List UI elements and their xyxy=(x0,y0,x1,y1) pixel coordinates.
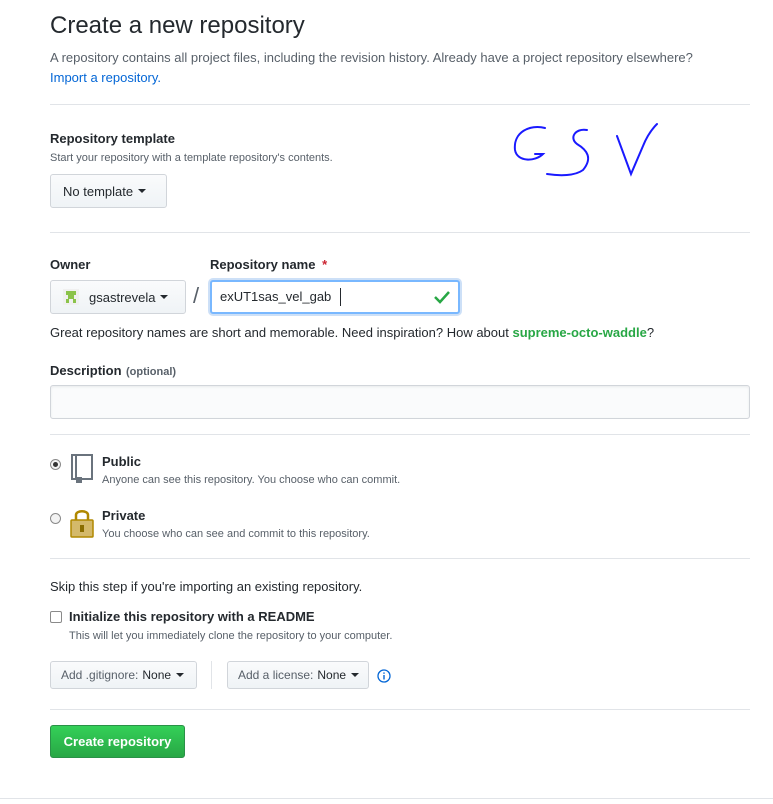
readme-checkbox[interactable] xyxy=(50,611,62,623)
required-mark: * xyxy=(322,257,328,272)
repository-name-value: exUT1sas_vel_gab xyxy=(220,289,332,304)
public-radio[interactable] xyxy=(50,459,61,470)
template-note: Start your repository with a template re… xyxy=(50,152,333,164)
divider xyxy=(50,709,750,710)
divider xyxy=(50,434,750,435)
description-label-text: Description xyxy=(50,363,122,378)
divider xyxy=(50,232,750,233)
suggested-name-link[interactable]: supreme-octo-waddle xyxy=(512,325,646,340)
import-repository-link[interactable]: Import a repository. xyxy=(50,70,161,85)
vertical-divider xyxy=(211,661,212,689)
chevron-down-icon xyxy=(351,673,360,677)
check-icon xyxy=(434,291,450,304)
public-title: Public xyxy=(102,454,142,469)
owner-label: Owner xyxy=(50,257,91,272)
private-description: You choose who can see and commit to thi… xyxy=(102,528,370,540)
repo-book-icon xyxy=(71,454,93,483)
handwritten-annotation xyxy=(513,123,658,177)
chevron-down-icon xyxy=(138,189,147,193)
suggestion-end: ? xyxy=(646,325,655,340)
owner-avatar xyxy=(63,289,79,305)
repo-name-label-text: Repository name xyxy=(210,257,316,272)
gitignore-value: None xyxy=(142,668,172,682)
private-title: Private xyxy=(102,508,146,523)
public-description: Anyone can see this repository. You choo… xyxy=(102,474,401,486)
description-optional: (optional) xyxy=(125,366,177,378)
subtitle-text: A repository contains all project files,… xyxy=(50,50,693,65)
license-value: None xyxy=(317,668,347,682)
description-label: Description (optional) xyxy=(50,362,176,380)
repo-name-label: Repository name * xyxy=(210,257,327,272)
divider xyxy=(50,558,750,559)
page-subtitle: A repository contains all project files,… xyxy=(50,48,750,88)
name-suggestion: Great repository names are short and mem… xyxy=(50,325,654,340)
chevron-down-icon xyxy=(160,295,169,299)
suggestion-text: Great repository names are short and mem… xyxy=(50,325,513,340)
gitignore-dropdown-button[interactable]: Add .gitignore: None xyxy=(50,661,197,689)
license-label: Add a license: xyxy=(238,668,314,682)
private-radio[interactable] xyxy=(50,513,61,524)
create-repository-button[interactable]: Create repository xyxy=(50,725,185,758)
lock-icon xyxy=(70,510,94,538)
footer-divider xyxy=(0,798,773,799)
readme-label[interactable]: Initialize this repository with a README xyxy=(69,609,315,624)
owner-name: gsastrevela xyxy=(89,289,156,305)
chevron-down-icon xyxy=(176,673,185,677)
page-title: Create a new repository xyxy=(50,12,305,39)
gitignore-label: Add .gitignore: xyxy=(61,668,139,682)
divider xyxy=(50,104,750,105)
template-label: Repository template xyxy=(50,131,175,146)
readme-note: This will let you immediately clone the … xyxy=(69,630,393,642)
skip-step-text: Skip this step if you're importing an ex… xyxy=(50,579,363,594)
info-icon[interactable] xyxy=(377,669,391,683)
text-cursor xyxy=(340,288,341,306)
description-input[interactable] xyxy=(50,385,750,419)
owner-repo-separator: / xyxy=(193,283,200,308)
license-dropdown-button[interactable]: Add a license: None xyxy=(227,661,369,689)
owner-dropdown-button[interactable]: gsastrevela xyxy=(50,280,186,314)
repository-name-input[interactable]: exUT1sas_vel_gab xyxy=(210,280,460,314)
template-button-label: No template xyxy=(63,183,134,199)
template-dropdown-button[interactable]: No template xyxy=(50,174,167,208)
